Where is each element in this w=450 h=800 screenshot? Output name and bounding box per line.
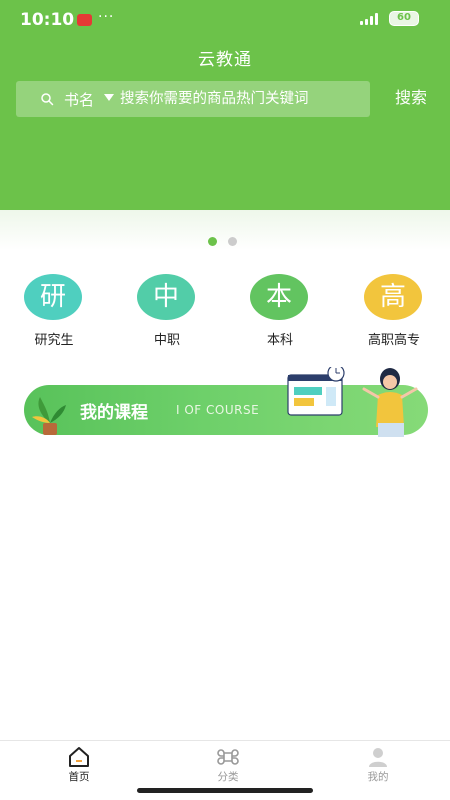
category-grid: 研 研究生 中 中职 本 本科 高 高职高专 bbox=[0, 272, 450, 352]
status-time: 10:10 bbox=[20, 10, 75, 30]
dropdown-arrow-icon[interactable] bbox=[104, 94, 114, 101]
course-banner-subtitle: I OF COURSE bbox=[176, 403, 260, 417]
tab-label: 分类 bbox=[217, 771, 239, 783]
category-graduate[interactable]: 研 研究生 bbox=[9, 272, 99, 350]
user-icon bbox=[369, 748, 387, 767]
category-label: 中职 bbox=[153, 333, 180, 348]
undergraduate-icon: 本 bbox=[250, 274, 308, 320]
carousel-dot[interactable] bbox=[228, 237, 237, 246]
tab-label: 我的 bbox=[367, 771, 389, 783]
plant-illustration bbox=[32, 397, 66, 435]
search-icon bbox=[41, 93, 54, 106]
category-label: 研究生 bbox=[34, 333, 74, 348]
signal-icon bbox=[360, 13, 382, 25]
my-courses-banner[interactable]: 我的课程 I OF COURSE bbox=[24, 367, 428, 437]
category-undergraduate[interactable]: 本 本科 bbox=[235, 272, 325, 350]
search-input[interactable] bbox=[120, 85, 364, 113]
graduate-icon: 研 bbox=[24, 274, 82, 320]
search-button[interactable]: 搜索 bbox=[384, 85, 438, 111]
header-fade bbox=[0, 210, 450, 250]
home-icon bbox=[69, 747, 89, 767]
category-vocational-secondary[interactable]: 中 中职 bbox=[122, 272, 212, 350]
tab-label: 首页 bbox=[68, 771, 90, 783]
page-title: 云教通 bbox=[198, 50, 252, 70]
tab-home[interactable]: 首页 bbox=[29, 741, 129, 786]
status-more-indicator: ··· bbox=[98, 9, 115, 25]
category-label: 本科 bbox=[266, 333, 293, 348]
category-label: 高职高专 bbox=[367, 333, 420, 348]
battery-icon: 60 bbox=[389, 11, 419, 26]
status-bar: 10:10 ··· 60 bbox=[0, 0, 450, 40]
search-bar[interactable]: 书名 bbox=[16, 81, 370, 117]
carousel-dot-active[interactable] bbox=[208, 237, 217, 246]
vocational-secondary-icon: 中 bbox=[137, 274, 195, 320]
tab-mine[interactable]: 我的 bbox=[328, 741, 428, 786]
search-category-select[interactable]: 书名 bbox=[64, 89, 94, 110]
home-indicator bbox=[137, 788, 313, 793]
tab-category[interactable]: 分类 bbox=[178, 741, 278, 786]
category-higher-vocational[interactable]: 高 高职高专 bbox=[349, 272, 439, 350]
higher-vocational-icon: 高 bbox=[364, 274, 422, 320]
command-icon bbox=[217, 749, 239, 765]
app-notification-icon bbox=[77, 14, 92, 26]
course-banner-title: 我的课程 bbox=[80, 403, 148, 423]
person-illustration bbox=[287, 367, 418, 437]
